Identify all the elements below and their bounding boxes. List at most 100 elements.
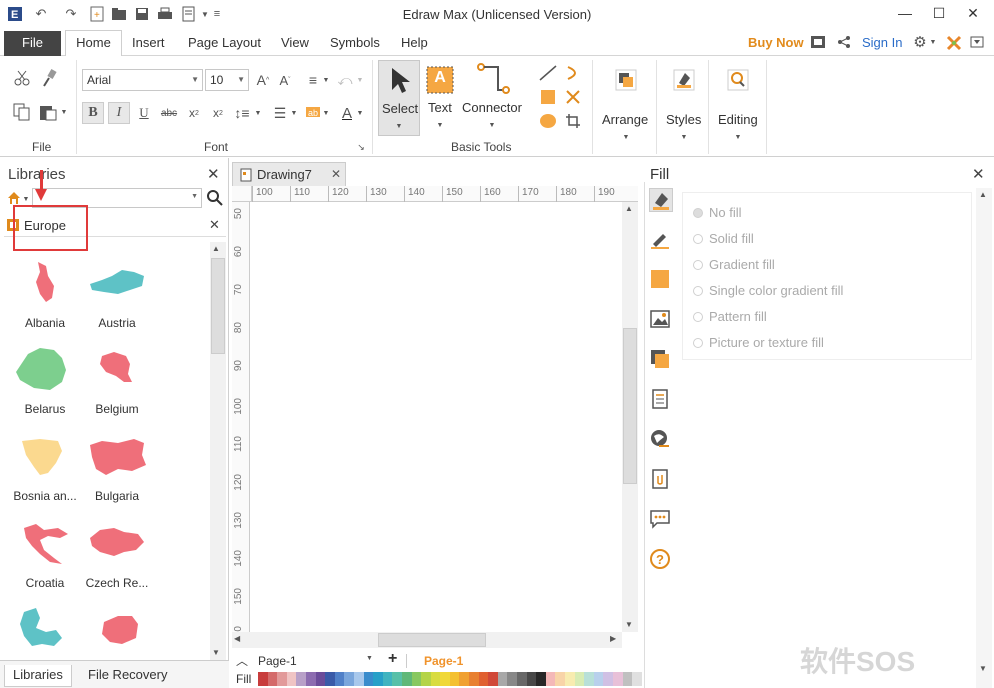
spacing-dropdown-icon[interactable]: ▼: [254, 107, 262, 119]
color-swatch[interactable]: [267, 672, 278, 686]
color-swatch[interactable]: [632, 672, 642, 686]
highlight-dropdown-icon[interactable]: ▼: [322, 107, 330, 119]
color-swatch[interactable]: [469, 672, 479, 686]
tab-file[interactable]: File: [4, 31, 61, 56]
format-painter-icon[interactable]: [40, 68, 60, 88]
color-swatch[interactable]: [526, 672, 537, 686]
shape-belgium[interactable]: Belgium: [72, 338, 162, 422]
color-swatch[interactable]: [344, 672, 354, 686]
color-swatch[interactable]: [325, 672, 335, 686]
color-swatch[interactable]: [536, 672, 546, 686]
subscript-button[interactable]: x2: [184, 102, 204, 124]
help-icon[interactable]: ?: [649, 548, 673, 572]
scroll-up-icon[interactable]: ▲: [625, 204, 633, 213]
color-swatches[interactable]: [258, 672, 642, 686]
color-swatch[interactable]: [497, 672, 508, 686]
color-swatch[interactable]: [286, 672, 297, 686]
fill-panel-scrollbar[interactable]: [976, 188, 992, 688]
close-window-button[interactable]: ✕: [958, 2, 988, 26]
fill-option-single-gradient[interactable]: Single color gradient fill: [693, 283, 843, 298]
color-swatch[interactable]: [430, 672, 441, 686]
color-swatch[interactable]: [545, 672, 556, 686]
canvas-vscroll-thumb[interactable]: [623, 328, 637, 484]
scroll-up-icon[interactable]: ▲: [212, 244, 220, 253]
scroll-down-icon[interactable]: ▼: [212, 648, 220, 657]
color-swatch[interactable]: [612, 672, 623, 686]
color-swatch[interactable]: [382, 672, 393, 686]
color-swatch[interactable]: [603, 672, 613, 686]
drawing-page[interactable]: [252, 202, 622, 632]
settings-dropdown-icon[interactable]: ▼: [928, 35, 938, 49]
color-swatch[interactable]: [392, 672, 402, 686]
connector-tool-button[interactable]: Connector ▼: [460, 60, 524, 136]
fill-option-no-fill[interactable]: No fill: [693, 205, 742, 220]
tab-file-recovery[interactable]: File Recovery: [80, 665, 175, 687]
styles-button[interactable]: Styles ▼: [662, 60, 706, 150]
arrange-button[interactable]: Arrange ▼: [598, 60, 654, 150]
color-swatch[interactable]: [401, 672, 412, 686]
line-spacing-icon[interactable]: ↕≡: [232, 102, 252, 124]
fill-option-solid[interactable]: Solid fill: [693, 231, 754, 246]
color-swatch[interactable]: [459, 672, 470, 686]
share-window-icon[interactable]: [810, 34, 826, 50]
color-swatch[interactable]: [449, 672, 460, 686]
scroll-left-icon[interactable]: ◀: [234, 634, 240, 643]
color-swatch[interactable]: [315, 672, 326, 686]
color-swatch[interactable]: [363, 672, 374, 686]
shape-czech[interactable]: Czech Re...: [72, 512, 162, 596]
paste-icon[interactable]: [38, 102, 58, 122]
tab-home[interactable]: Home: [65, 30, 122, 57]
apps-icon[interactable]: [945, 34, 963, 52]
bold-button[interactable]: B: [82, 102, 104, 124]
color-swatch[interactable]: [421, 672, 431, 686]
fill-option-gradient[interactable]: Gradient fill: [693, 257, 775, 272]
tab-page-layout[interactable]: Page Layout: [188, 35, 261, 50]
scroll-down-icon[interactable]: ▼: [625, 620, 633, 629]
underline-button[interactable]: U: [134, 102, 154, 124]
settings-gear-icon[interactable]: ⚙: [911, 33, 929, 51]
page-nav-up-icon[interactable]: ︿: [236, 652, 248, 669]
tab-view[interactable]: View: [281, 35, 309, 50]
font-name-select[interactable]: Arial ▼: [82, 69, 203, 91]
font-color-dropdown-icon[interactable]: ▼: [356, 107, 364, 119]
line-style-icon[interactable]: [649, 228, 673, 252]
buy-now-link[interactable]: Buy Now: [748, 35, 804, 50]
fill-option-pattern[interactable]: Pattern fill: [693, 309, 767, 324]
fill-icon[interactable]: [649, 188, 673, 212]
color-swatch[interactable]: [517, 672, 527, 686]
color-swatch[interactable]: [593, 672, 604, 686]
color-swatch[interactable]: [411, 672, 422, 686]
category-close-icon[interactable]: ✕: [209, 217, 220, 233]
close-icon[interactable]: ✕: [331, 167, 341, 181]
text-highlight-icon[interactable]: ab: [304, 103, 322, 121]
attachment-icon[interactable]: [649, 468, 673, 492]
superscript-button[interactable]: x2: [208, 102, 228, 124]
color-swatch[interactable]: [478, 672, 489, 686]
minimize-button[interactable]: —: [890, 2, 920, 26]
layer-icon[interactable]: [649, 348, 673, 372]
share-icon[interactable]: [836, 34, 852, 50]
add-page-icon[interactable]: +: [388, 650, 397, 668]
fill-option-picture[interactable]: Picture or texture fill: [693, 335, 824, 350]
ellipse-tool-icon[interactable]: [538, 112, 558, 130]
document-tab[interactable]: Drawing7 ✕: [232, 162, 346, 186]
image-icon[interactable]: [649, 308, 673, 332]
color-swatch[interactable]: [565, 672, 575, 686]
direction-dropdown-icon[interactable]: ▼: [356, 74, 364, 86]
bullets-dropdown-icon[interactable]: ▼: [290, 107, 298, 119]
color-swatch[interactable]: [296, 672, 306, 686]
italic-button[interactable]: I: [108, 102, 130, 124]
shrink-font-icon[interactable]: Aˇ: [276, 70, 294, 90]
color-swatch[interactable]: [507, 672, 518, 686]
color-swatch[interactable]: [555, 672, 565, 686]
canvas-hscroll-thumb[interactable]: [378, 633, 486, 647]
bullets-icon[interactable]: ☰: [270, 102, 290, 124]
select-tool-button[interactable]: Select ▼: [378, 60, 420, 136]
color-swatch[interactable]: [334, 672, 345, 686]
color-swatch[interactable]: [353, 672, 364, 686]
tab-symbols[interactable]: Symbols: [330, 35, 380, 50]
color-swatch[interactable]: [574, 672, 585, 686]
fill-panel-close-icon[interactable]: ✕: [972, 165, 985, 183]
align-dropdown-icon[interactable]: ▼: [322, 74, 330, 86]
line-tool-icon[interactable]: [538, 64, 558, 82]
